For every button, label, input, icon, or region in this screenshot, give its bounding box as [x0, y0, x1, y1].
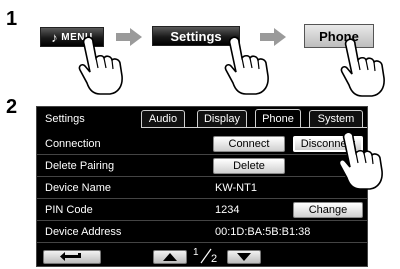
- tab-system[interactable]: System: [309, 110, 363, 127]
- tab-audio[interactable]: Audio: [141, 110, 185, 127]
- connect-button[interactable]: Connect: [213, 136, 285, 152]
- settings-button-label: Settings: [170, 28, 222, 44]
- row-connection: Connection Connect Disconnect: [37, 133, 367, 155]
- back-button[interactable]: [43, 250, 101, 264]
- tab-underline: [141, 127, 367, 128]
- step-2-number: 2: [6, 96, 18, 118]
- row-delete-pairing: Delete Pairing Delete: [37, 155, 367, 177]
- pin-code-value: 1234: [215, 204, 240, 216]
- screen-title: Settings: [45, 113, 85, 125]
- music-note-icon: ♪: [51, 29, 59, 45]
- settings-screen: Settings Audio Display Phone System Conn…: [36, 106, 368, 267]
- row-label: Device Address: [45, 226, 122, 238]
- row-device-address: Device Address 00:1D:BA:5B:B1:38: [37, 221, 367, 243]
- page-current: 1: [193, 247, 199, 258]
- row-label: Device Name: [45, 182, 112, 194]
- tab-display[interactable]: Display: [197, 110, 247, 127]
- step-1-number: 1: [6, 8, 18, 30]
- row-pin-code: PIN Code 1234 Change: [37, 199, 367, 221]
- device-name-value: KW-NT1: [215, 182, 257, 194]
- pointing-hand-icon: [340, 38, 385, 97]
- tab-phone[interactable]: Phone: [255, 109, 301, 128]
- row-label: Connection: [45, 138, 101, 150]
- triangle-up-icon: [163, 253, 177, 261]
- page-down-button[interactable]: [227, 250, 261, 264]
- pointing-hand-icon: [338, 131, 383, 190]
- pointing-hand-icon: [78, 36, 123, 95]
- row-label: PIN Code: [45, 204, 93, 216]
- page-total: 2: [211, 253, 218, 265]
- delete-button[interactable]: Delete: [213, 158, 285, 174]
- row-label: Delete Pairing: [45, 160, 115, 172]
- pointing-hand-icon: [224, 36, 269, 95]
- page-up-button[interactable]: [153, 250, 187, 264]
- back-arrow-icon: [60, 252, 81, 261]
- device-address-value: 00:1D:BA:5B:B1:38: [215, 226, 311, 238]
- change-button[interactable]: Change: [293, 202, 363, 218]
- triangle-down-icon: [237, 253, 251, 261]
- row-device-name: Device Name KW-NT1: [37, 177, 367, 199]
- page-indicator: 1 2: [189, 247, 225, 267]
